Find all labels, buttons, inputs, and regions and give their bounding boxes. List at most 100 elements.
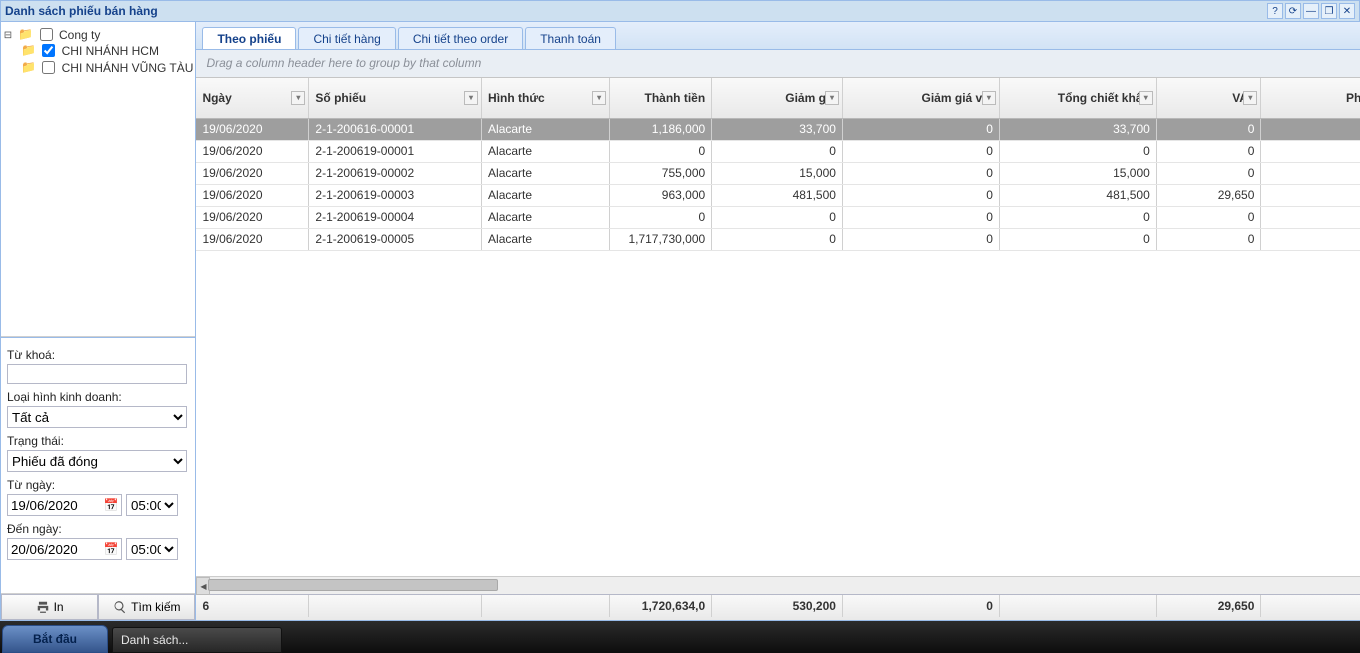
cell-phiphucvu: 0: [1261, 162, 1360, 184]
cell-giamgiavip: 0: [842, 162, 999, 184]
horizontal-scrollbar[interactable]: ◀ ▶: [196, 576, 1360, 594]
cell-tongck: 0: [999, 206, 1156, 228]
table-row[interactable]: 19/06/20202-1-200619-00001Alacarte000000…: [196, 140, 1360, 162]
cell-vat: 0: [1156, 228, 1261, 250]
start-button[interactable]: Bắt đầu: [2, 625, 108, 653]
keyword-label: Từ khoá:: [7, 348, 189, 362]
tree-child-checkbox[interactable]: [42, 44, 55, 57]
folder-icon: 📁: [21, 43, 36, 57]
from-date-input[interactable]: 📅: [7, 494, 122, 516]
tree-node-root[interactable]: ⊟ 📁 Cong ty 📁 CHI NHÁNH HCM 📁: [3, 26, 193, 76]
branch-tree: ⊟ 📁 Cong ty 📁 CHI NHÁNH HCM 📁: [1, 22, 195, 337]
filter-icon[interactable]: ▾: [291, 91, 305, 105]
cell-thanhtien: 0: [610, 140, 712, 162]
cell-sophieu: 2-1-200616-00001: [309, 118, 482, 140]
cell-hinhthuc: Alacarte: [482, 162, 610, 184]
tree-root-checkbox[interactable]: [40, 28, 53, 41]
col-header-phiphucvu[interactable]: Phí phục vụ▾: [1261, 78, 1360, 118]
taskbar-item[interactable]: Danh sách...: [112, 627, 282, 653]
col-header-giamgiavip[interactable]: Giảm giá vip▾: [842, 78, 999, 118]
print-button[interactable]: In: [1, 594, 98, 620]
table-row[interactable]: 19/06/20202-1-200619-00003Alacarte963,00…: [196, 184, 1360, 206]
scrollbar-thumb[interactable]: [208, 579, 498, 591]
cell-thanhtien: 0: [610, 206, 712, 228]
print-button-label: In: [54, 600, 64, 614]
to-time-select[interactable]: 05:00: [126, 538, 178, 560]
cell-giamgia: 0: [712, 140, 843, 162]
filter-icon[interactable]: ▾: [1243, 91, 1257, 105]
taskbar: Bắt đầu Danh sách...: [0, 621, 1360, 653]
cell-tongck: 0: [999, 228, 1156, 250]
cell-sophieu: 2-1-200619-00002: [309, 162, 482, 184]
table-row[interactable]: 19/06/20202-1-200619-00005Alacarte1,717,…: [196, 228, 1360, 250]
filter-icon[interactable]: ▾: [825, 91, 839, 105]
col-header-thanhtien[interactable]: Thành tiền: [610, 78, 712, 118]
cell-vat: 0: [1156, 118, 1261, 140]
grid-footer: 6 1,720,634,0 530,200 0 29,650 1,720: [196, 594, 1360, 620]
to-date-input[interactable]: 📅: [7, 538, 122, 560]
col-header-hinhthuc[interactable]: Hình thức▾: [482, 78, 610, 118]
cell-hinhthuc: Alacarte: [482, 184, 610, 206]
refresh-button[interactable]: ⟳: [1285, 3, 1301, 19]
cell-giamgiavip: 0: [842, 118, 999, 140]
filter-icon[interactable]: ▾: [1139, 91, 1153, 105]
filter-panel: Từ khoá: Loại hình kinh doanh: Tất cả Tr…: [1, 337, 195, 564]
cell-vat: 0: [1156, 140, 1261, 162]
footer-tongck: [999, 595, 1156, 617]
search-button[interactable]: Tìm kiếm: [98, 594, 195, 620]
keyword-input[interactable]: [7, 364, 187, 384]
table-row[interactable]: 19/06/20202-1-200616-00001Alacarte1,186,…: [196, 118, 1360, 140]
folder-icon: 📁: [21, 60, 36, 74]
window-titlebar: Danh sách phiếu bán hàng ? ⟳ — ❐ ✕: [0, 0, 1360, 22]
minimize-button[interactable]: —: [1303, 3, 1319, 19]
tree-node[interactable]: 📁 CHI NHÁNH HCM: [3, 42, 193, 59]
cell-tongck: 481,500: [999, 184, 1156, 206]
restore-button[interactable]: ❐: [1321, 3, 1337, 19]
cell-vat: 29,650: [1156, 184, 1261, 206]
table-row[interactable]: 19/06/20202-1-200619-00004Alacarte000000…: [196, 206, 1360, 228]
col-header-giamgia[interactable]: Giảm giá▾: [712, 78, 843, 118]
col-header-sophieu[interactable]: Số phiếu▾: [309, 78, 482, 118]
tree-child-checkbox[interactable]: [42, 61, 55, 74]
footer-giamgiavip: 0: [842, 595, 999, 617]
cell-thanhtien: 755,000: [610, 162, 712, 184]
cell-tongck: 33,700: [999, 118, 1156, 140]
data-grid: Ngày▾ Số phiếu▾ Hình thức▾ Thành tiền Gi…: [196, 78, 1360, 576]
footer-phiphucvu: [1261, 595, 1360, 617]
tab-thanh-toan[interactable]: Thanh toán: [525, 27, 616, 49]
close-button[interactable]: ✕: [1339, 3, 1355, 19]
filter-icon[interactable]: ▾: [464, 91, 478, 105]
filter-icon[interactable]: ▾: [982, 91, 996, 105]
cell-tongck: 0: [999, 140, 1156, 162]
from-time-select[interactable]: 05:00: [126, 494, 178, 516]
cell-phiphucvu: 0: [1261, 228, 1360, 250]
filter-icon[interactable]: ▾: [592, 91, 606, 105]
cell-giamgiavip: 0: [842, 184, 999, 206]
cell-giamgia: 33,700: [712, 118, 843, 140]
col-header-vat[interactable]: VAT▾: [1156, 78, 1261, 118]
from-date-field[interactable]: [8, 497, 101, 514]
calendar-icon[interactable]: 📅: [101, 542, 121, 556]
printer-icon: [36, 600, 50, 614]
tab-chi-tiet-order[interactable]: Chi tiết theo order: [398, 27, 523, 49]
content-area: Theo phiếu Chi tiết hàng Chi tiết theo o…: [196, 22, 1360, 621]
status-select[interactable]: Phiếu đã đóng: [7, 450, 187, 472]
cell-giamgia: 0: [712, 228, 843, 250]
col-header-ngay[interactable]: Ngày▾: [196, 78, 308, 118]
tab-theo-phieu[interactable]: Theo phiếu: [202, 27, 296, 49]
business-type-select[interactable]: Tất cả: [7, 406, 187, 428]
group-by-bar[interactable]: Drag a column header here to group by th…: [196, 50, 1360, 78]
header-row: Ngày▾ Số phiếu▾ Hình thức▾ Thành tiền Gi…: [196, 78, 1360, 118]
col-header-tongck[interactable]: Tổng chiết khấu▾: [999, 78, 1156, 118]
cell-thanhtien: 1,717,730,000: [610, 228, 712, 250]
footer-count: 6: [196, 595, 308, 617]
to-date-field[interactable]: [8, 541, 101, 558]
tab-chi-tiet-hang[interactable]: Chi tiết hàng: [298, 27, 395, 49]
tree-collapse-icon[interactable]: ⊟: [3, 30, 13, 41]
cell-thanhtien: 963,000: [610, 184, 712, 206]
calendar-icon[interactable]: 📅: [101, 498, 121, 512]
help-button[interactable]: ?: [1267, 3, 1283, 19]
tree-node[interactable]: 📁 CHI NHÁNH VŨNG TÀU: [3, 59, 193, 76]
table-row[interactable]: 19/06/20202-1-200619-00002Alacarte755,00…: [196, 162, 1360, 184]
cell-hinhthuc: Alacarte: [482, 118, 610, 140]
